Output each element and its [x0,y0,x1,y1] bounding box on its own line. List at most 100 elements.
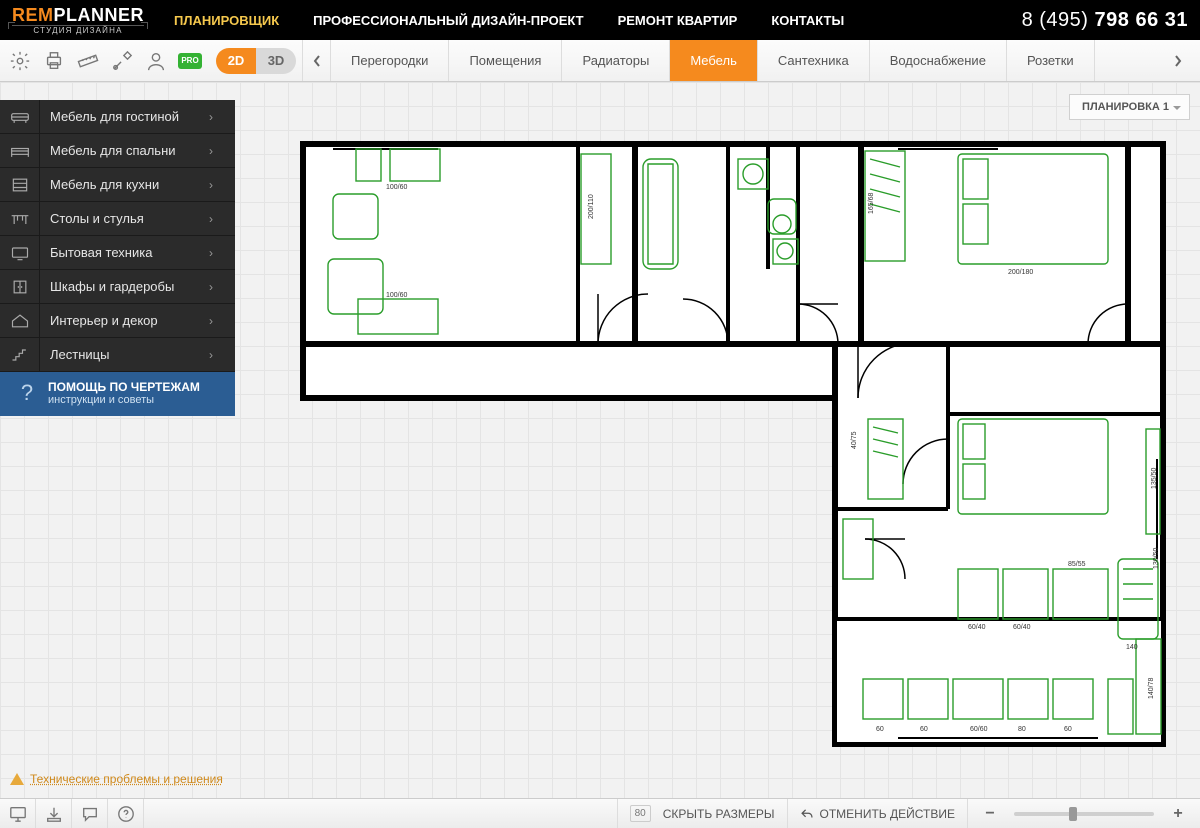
sidebar-item-wardrobes[interactable]: Шкафы и гардеробы › [0,270,235,304]
tech-problems-anchor[interactable]: Технические проблемы и решения [30,772,223,786]
undo-button[interactable]: ОТМЕНИТЬ ДЕЙСТВИЕ [787,799,967,828]
chevron-right-icon: › [209,212,235,226]
top-nav: ПЛАНИРОВЩИК ПРОФЕССИОНАЛЬНЫЙ ДИЗАЙН-ПРОЕ… [174,13,844,28]
sidebar-help[interactable]: ? ПОМОЩЬ ПО ЧЕРТЕЖАМ инструкции и советы [0,372,235,416]
sidebar-item-appliances[interactable]: Бытовая техника › [0,236,235,270]
svg-text:60/60: 60/60 [970,726,988,733]
chevron-right-icon: › [209,348,235,362]
logo-text-rem: REM [12,5,54,25]
svg-text:100/60: 100/60 [386,184,408,191]
ruler-icon[interactable] [76,49,100,73]
help-subtitle: инструкции и советы [48,394,200,406]
tab-furniture[interactable]: Мебель [670,40,758,81]
svg-text:60/40: 60/40 [1013,624,1031,631]
user-icon[interactable] [144,49,168,73]
sidebar-item-living-room[interactable]: Мебель для гостиной › [0,100,235,134]
main-toolbar: PRO 2D 3D Перегородки Помещения Радиатор… [0,40,1200,82]
help-icon[interactable] [108,799,144,828]
svg-text:40/75: 40/75 [851,431,858,449]
hide-sizes-toggle[interactable]: 80 СКРЫТЬ РАЗМЕРЫ [617,799,787,828]
header-phone[interactable]: 8 (495) 798 66 31 [1022,9,1188,32]
tab-radiators[interactable]: Радиаторы [562,40,670,81]
svg-text:165/68: 165/68 [868,192,875,214]
project-selector[interactable]: ПЛАНИРОВКА 1 [1069,94,1190,120]
sidebar-item-tables[interactable]: Столы и стулья › [0,202,235,236]
svg-text:60: 60 [876,726,884,733]
nav-contacts[interactable]: КОНТАКТЫ [771,13,844,28]
chevron-right-icon: › [209,280,235,294]
tab-water-supply[interactable]: Водоснабжение [870,40,1007,81]
hide-sizes-label: СКРЫТЬ РАЗМЕРЫ [663,807,775,821]
chat-icon[interactable] [72,799,108,828]
present-icon[interactable] [0,799,36,828]
furniture-sidebar: Мебель для гостиной › Мебель для спальни… [0,100,235,416]
view-toggle: 2D 3D [216,48,296,74]
status-bar: 80 СКРЫТЬ РАЗМЕРЫ ОТМЕНИТЬ ДЕЙСТВИЕ − + [0,798,1200,828]
logo-text-rest: PLANNER [54,5,145,25]
nav-design-project[interactable]: ПРОФЕССИОНАЛЬНЫЙ ДИЗАЙН-ПРОЕКТ [313,13,583,28]
tab-rooms[interactable]: Помещения [449,40,562,81]
sidebar-item-decor[interactable]: Интерьер и декор › [0,304,235,338]
monitor-icon [0,236,40,269]
export-icon[interactable] [36,799,72,828]
svg-text:200/110: 200/110 [588,194,595,219]
svg-text:60: 60 [920,726,928,733]
canvas-area[interactable]: Мебель для гостиной › Мебель для спальни… [0,82,1200,798]
chevron-right-icon: › [209,110,235,124]
sidebar-item-kitchen[interactable]: Мебель для кухни › [0,168,235,202]
nav-planner[interactable]: ПЛАНИРОВЩИК [174,13,279,28]
chevron-right-icon: › [209,178,235,192]
sidebar-item-bedroom[interactable]: Мебель для спальни › [0,134,235,168]
chevron-right-icon: › [209,314,235,328]
zoom-pct-box: 80 [630,805,651,822]
undo-label: ОТМЕНИТЬ ДЕЙСТВИЕ [820,807,955,821]
svg-text:60/40: 60/40 [968,624,986,631]
chevron-right-icon: › [209,246,235,260]
tab-sockets[interactable]: Розетки [1007,40,1095,81]
tech-problems-link: Технические проблемы и решения [10,769,223,788]
zoom-slider[interactable] [1014,812,1154,816]
svg-text:85/55: 85/55 [1068,561,1086,568]
svg-text:130/50: 130/50 [1153,547,1160,569]
svg-text:200/180: 200/180 [1008,269,1033,276]
help-title: ПОМОЩЬ ПО ЧЕРТЕЖАМ [48,380,200,394]
tab-plumbing[interactable]: Сантехника [758,40,870,81]
svg-text:135/50: 135/50 [1151,467,1158,489]
tabs-scroll-left[interactable] [302,40,330,81]
svg-text:100/60: 100/60 [386,292,408,299]
nav-renovation[interactable]: РЕМОНТ КВАРТИР [618,13,738,28]
view-3d-button[interactable]: 3D [256,48,296,74]
question-icon: ? [12,380,42,406]
chevron-right-icon: › [209,144,235,158]
toolbar-icon-group: PRO [8,49,212,73]
print-icon[interactable] [42,49,66,73]
house-icon [0,304,40,337]
svg-text:140/78: 140/78 [1148,677,1155,699]
svg-text:80: 80 [1018,726,1026,733]
table-icon [0,202,40,235]
wardrobe-icon [0,270,40,303]
sofa-icon [0,100,40,133]
sidebar-item-stairs[interactable]: Лестницы › [0,338,235,372]
tabs-scroll-right[interactable] [1164,40,1192,81]
zoom-out-button[interactable]: − [980,805,1000,823]
undo-icon [800,807,814,821]
settings-icon[interactable] [8,49,32,73]
logo[interactable]: REMPLANNER СТУДИЯ ДИЗАЙНА [12,6,144,35]
logo-subtitle: СТУДИЯ ДИЗАЙНА [12,25,144,35]
svg-text:60: 60 [1064,726,1072,733]
stairs-icon [0,338,40,371]
app-header: REMPLANNER СТУДИЯ ДИЗАЙНА ПЛАНИРОВЩИК ПР… [0,0,1200,40]
floor-plan[interactable]: 100/60 200/110 165/68 200/180 40/75 100/… [298,139,1168,769]
zoom-slider-thumb[interactable] [1069,807,1077,821]
view-2d-button[interactable]: 2D [216,48,256,74]
drawers-icon [0,168,40,201]
tools-icon[interactable] [110,49,134,73]
zoom-control: − + [967,799,1200,828]
category-tabs: Перегородки Помещения Радиаторы Мебель С… [330,40,1164,81]
tab-partitions[interactable]: Перегородки [331,40,449,81]
pro-badge[interactable]: PRO [178,53,202,69]
svg-text:140: 140 [1126,644,1138,651]
zoom-in-button[interactable]: + [1168,805,1188,823]
bed-icon [0,134,40,167]
